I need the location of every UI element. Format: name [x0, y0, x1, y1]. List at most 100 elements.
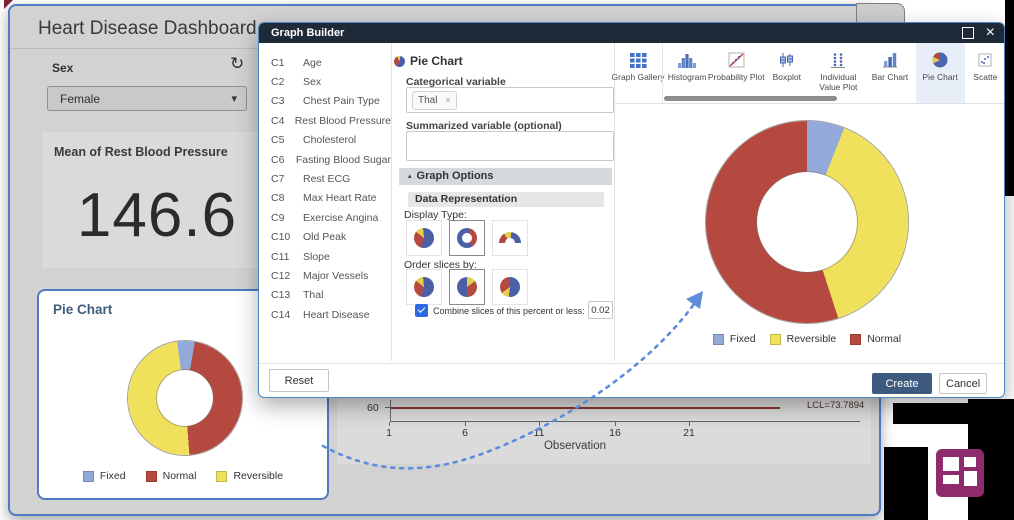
control-chart-xtickmark — [389, 422, 390, 426]
kpi-title: Mean of Rest Blood Pressure — [54, 145, 228, 159]
control-chart-yaxis — [390, 400, 391, 422]
legend-swatch — [713, 334, 724, 345]
legend-swatch — [770, 334, 781, 345]
gallery-item-boxplot[interactable]: Boxplot — [761, 43, 812, 103]
display-type-option-3[interactable] — [492, 220, 528, 256]
order-slices-option2-icon — [457, 277, 477, 297]
dialog-titlebar[interactable]: Graph Builder × — [259, 23, 1004, 43]
column-id: C5 — [271, 134, 303, 146]
gallery-item-label: Individual Value Plot — [812, 73, 864, 93]
pie-chart-mini-icon — [394, 56, 405, 67]
legend-item: Reversible — [216, 470, 283, 482]
legend-swatch — [146, 471, 157, 482]
order-slices-option-3[interactable] — [492, 269, 528, 305]
column-row[interactable]: C9Exercise Angina — [259, 208, 391, 227]
legend-label: Fixed — [730, 333, 756, 345]
column-row[interactable]: C10Old Peak — [259, 228, 391, 247]
column-id: C9 — [271, 212, 303, 224]
chevron-down-icon: ▾ — [231, 87, 237, 112]
order-slices-option3-icon — [500, 277, 520, 297]
column-row[interactable]: C11Slope — [259, 247, 391, 266]
display-type-option-2[interactable] — [449, 220, 485, 256]
control-chart-ytick: 60 — [367, 402, 379, 414]
column-row[interactable]: C7Rest ECG — [259, 169, 391, 188]
control-chart-xtickmark — [689, 422, 690, 426]
column-name: Heart Disease — [303, 309, 370, 321]
gallery-item-label: Histogram — [668, 73, 707, 83]
individual-value-plot-icon — [830, 50, 846, 70]
dashboard-donut-chart — [128, 341, 242, 455]
gallery-item-bar-chart[interactable]: Bar Chart — [864, 43, 915, 103]
column-row[interactable]: C8Max Heart Rate — [259, 189, 391, 208]
dashboard-title: Heart Disease Dashboard — [38, 18, 257, 40]
graph-options-header[interactable]: ▴Graph Options — [399, 168, 612, 185]
legend-label: Reversible — [233, 470, 283, 482]
gallery-item-label: Boxplot — [773, 73, 801, 83]
combine-threshold-input[interactable] — [588, 301, 613, 319]
column-row[interactable]: C2Sex — [259, 72, 391, 91]
gallery-item-graph-gallery[interactable]: Graph Gallery — [614, 43, 662, 103]
gallery-item-probability-plot[interactable]: Probability Plot — [711, 43, 761, 103]
gallery-item-histogram[interactable]: Histogram — [662, 43, 711, 103]
legend-item: Reversible — [770, 333, 837, 345]
dialog-title: Graph Builder — [271, 27, 344, 39]
black-artifact — [884, 447, 928, 520]
order-slices-options — [406, 269, 528, 305]
reset-button[interactable]: Reset — [269, 369, 329, 392]
display-type-option-1[interactable] — [406, 220, 442, 256]
column-row[interactable]: C6Fasting Blood Sugar — [259, 150, 391, 169]
column-row[interactable]: C13Thal — [259, 286, 391, 305]
order-slices-option-2[interactable] — [449, 269, 485, 305]
column-name: Old Peak — [303, 231, 346, 243]
workspace-logo-icon — [936, 449, 984, 497]
sex-filter-label: Sex — [52, 61, 73, 75]
categorical-variable-field[interactable]: Thal × — [406, 87, 614, 113]
graph-gallery-icon — [630, 50, 647, 70]
column-id: C8 — [271, 192, 303, 204]
gallery-scrollbar[interactable] — [664, 96, 837, 101]
column-id: C11 — [271, 251, 303, 263]
column-name: Sex — [303, 76, 321, 88]
column-name: Fasting Blood Sugar — [296, 154, 391, 166]
sex-select[interactable]: Female ▾ — [47, 86, 247, 111]
column-row[interactable]: C1Age — [259, 53, 391, 72]
column-name: Rest ECG — [303, 173, 350, 185]
cancel-button[interactable]: Cancel — [939, 373, 987, 394]
variable-chip[interactable]: Thal × — [412, 91, 457, 110]
dashboard-donut-legend: FixedNormalReversible — [39, 470, 327, 482]
order-slices-option-1[interactable] — [406, 269, 442, 305]
gallery-item-label: Bar Chart — [872, 73, 908, 83]
maximize-icon[interactable] — [962, 27, 974, 39]
legend-swatch — [83, 471, 94, 482]
kpi-card: Mean of Rest Blood Pressure 146.6 — [42, 132, 272, 268]
column-row[interactable]: C14Heart Disease — [259, 305, 391, 324]
control-chart-xtick-label: 1 — [377, 427, 401, 439]
gallery-item-individual-value-plot[interactable]: Individual Value Plot — [812, 43, 864, 103]
column-id: C6 — [271, 154, 296, 166]
summarized-variable-field[interactable] — [406, 131, 614, 161]
close-icon[interactable]: × — [986, 23, 995, 43]
legend-label: Reversible — [787, 333, 837, 345]
column-row[interactable]: C4Rest Blood Pressure — [259, 111, 391, 130]
footer-divider — [259, 363, 1004, 364]
gallery-item-pie-chart[interactable]: Pie Chart — [916, 43, 965, 103]
column-name: Age — [303, 57, 322, 69]
create-button[interactable]: Create — [872, 373, 932, 394]
column-row[interactable]: C12Major Vessels — [259, 266, 391, 285]
combine-slices-label: Combine slices of this percent or less: — [433, 306, 585, 316]
combine-slices-checkbox[interactable] — [415, 304, 428, 317]
gallery-toolbar: Graph Gallery Histogram Probability Plot Bo… — [614, 43, 1005, 104]
control-chart-xtick-label: 6 — [453, 427, 477, 439]
remove-chip-icon[interactable]: × — [445, 95, 451, 106]
graph-builder-dialog: Graph Builder × C1AgeC2SexC3Chest Pain T… — [258, 22, 1005, 398]
collapse-icon: ▴ — [408, 173, 412, 180]
control-chart-lcl-line — [391, 407, 780, 409]
corner-artifact — [4, 0, 13, 9]
gallery-item-scatte[interactable]: Scatte — [965, 43, 1005, 103]
refresh-icon[interactable]: ↻ — [230, 54, 244, 74]
data-representation-header: Data Representation — [408, 192, 604, 207]
donut-hole — [157, 370, 213, 426]
column-row[interactable]: C5Cholesterol — [259, 131, 391, 150]
column-name: Thal — [303, 289, 323, 301]
column-row[interactable]: C3Chest Pain Type — [259, 92, 391, 111]
